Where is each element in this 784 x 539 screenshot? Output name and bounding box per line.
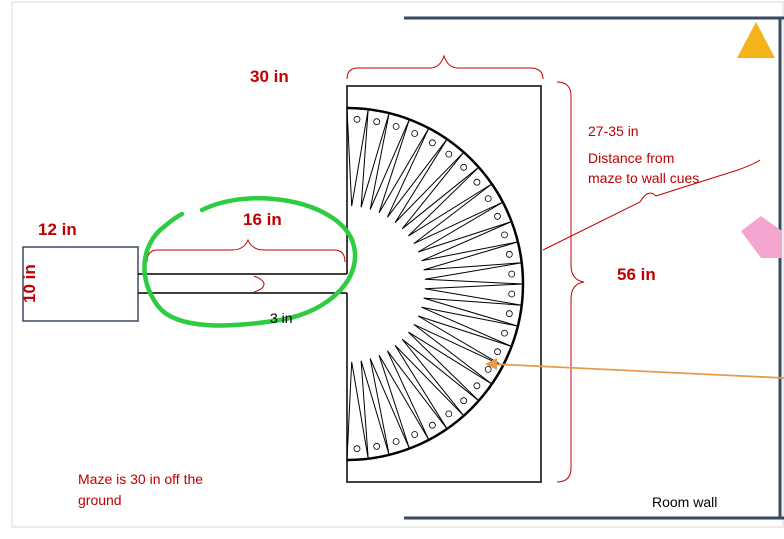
food-well — [411, 431, 419, 438]
triangle-cue-icon — [737, 22, 775, 58]
food-well — [445, 410, 453, 418]
maze-height-bracket — [556, 81, 585, 483]
maze-arm — [417, 315, 512, 367]
start-box-height-label: 10 in — [20, 264, 39, 303]
food-well — [473, 382, 481, 390]
diagram-canvas — [11, 1, 784, 528]
maze-arm — [413, 323, 504, 385]
maze-arm — [378, 119, 430, 214]
maze-arm — [394, 345, 465, 430]
ground-note-line2: ground — [78, 492, 122, 508]
maze-width-label: 30 in — [250, 67, 289, 86]
food-well — [484, 195, 492, 203]
food-well — [494, 348, 501, 356]
food-well — [353, 445, 361, 453]
start-box — [22, 246, 139, 322]
food-well — [373, 442, 381, 450]
corridor-width-label: 3 in — [270, 310, 293, 326]
food-well — [484, 365, 492, 373]
corridor-width-bracket — [253, 275, 265, 293]
pointer-arrow — [491, 363, 784, 379]
start-box-width-label: 12 in — [38, 220, 77, 239]
food-well — [494, 212, 501, 220]
food-well — [428, 421, 436, 429]
maze-arm — [386, 127, 448, 218]
maze-arm — [408, 331, 493, 402]
maze-arm — [401, 338, 480, 417]
food-well — [353, 115, 361, 123]
maze-arm — [417, 201, 512, 253]
food-well — [428, 139, 436, 147]
food-well — [392, 438, 400, 445]
food-well — [460, 163, 468, 171]
maze-arm — [378, 354, 430, 449]
food-well — [508, 270, 516, 278]
maze-arm — [408, 166, 493, 237]
food-well — [508, 290, 516, 298]
food-well — [411, 130, 419, 137]
food-well — [505, 250, 513, 258]
room-wall-label: Room wall — [652, 494, 718, 510]
maze-diagram: 30 in 12 in 16 in 10 in 56 in 3 in 27-35… — [0, 0, 784, 534]
food-well — [373, 118, 381, 126]
food-well — [460, 397, 468, 405]
maze-height-label: 56 in — [617, 265, 656, 284]
maze-width-bracket — [346, 54, 544, 80]
pentagon-cue-icon — [741, 216, 782, 258]
corridor-length-bracket — [146, 238, 346, 263]
food-well — [392, 123, 400, 130]
corridor-length-label: 16 in — [243, 210, 282, 229]
cue-distance-note-line1: Distance from — [588, 150, 675, 166]
maze-outline — [346, 85, 542, 483]
food-well — [445, 150, 453, 158]
food-well — [501, 329, 508, 337]
cue-distance-label: 27-35 in — [588, 123, 639, 139]
radial-arms — [346, 107, 524, 461]
maze-arm — [394, 138, 465, 223]
maze-arena-arc — [346, 106, 525, 462]
food-well — [505, 310, 513, 318]
food-well — [473, 178, 481, 186]
cue-distance-note-line2: maze to wall cues — [588, 170, 700, 186]
maze-arm — [386, 350, 448, 441]
maze-arm — [401, 151, 480, 230]
ground-note-line1: Maze is 30 in off the — [78, 471, 204, 487]
maze-arm — [413, 183, 504, 245]
food-well — [501, 231, 508, 239]
